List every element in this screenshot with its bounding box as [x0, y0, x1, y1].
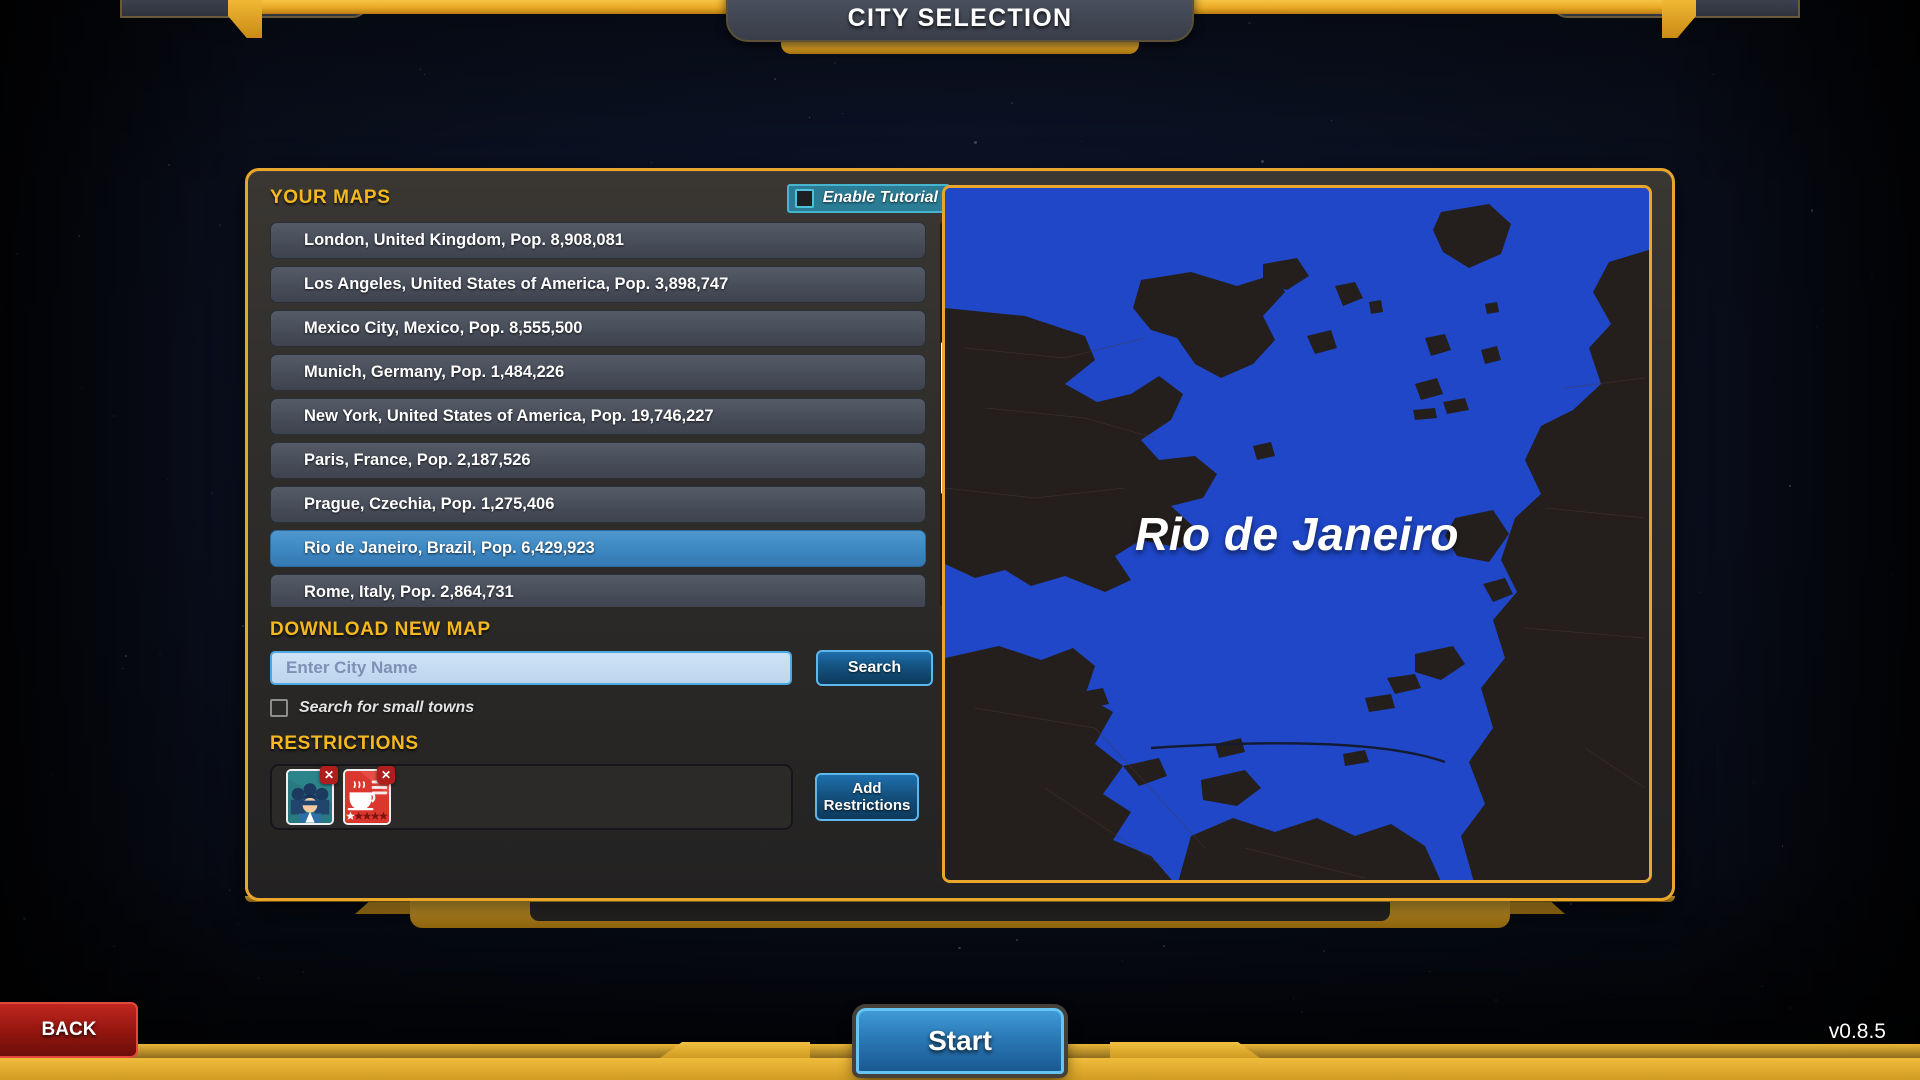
- map-list-item[interactable]: London, United Kingdom, Pop. 8,908,081: [270, 222, 926, 259]
- map-list-item[interactable]: Rome, Italy, Pop. 2,864,731: [270, 574, 926, 607]
- search-small-towns-toggle[interactable]: Search for small towns: [270, 699, 950, 717]
- cafe-restriction-card[interactable]: ✕: [343, 766, 395, 825]
- back-button[interactable]: BACK: [0, 1002, 138, 1058]
- version-label: v0.8.5: [1828, 1020, 1886, 1043]
- search-button[interactable]: Search: [816, 650, 933, 686]
- police-restriction-card[interactable]: ✕: [286, 766, 338, 825]
- map-list-item[interactable]: Mexico City, Mexico, Pop. 8,555,500: [270, 310, 926, 347]
- map-city-label: Rio de Janeiro: [1135, 508, 1459, 560]
- map-preview[interactable]: Rio de Janeiro: [942, 185, 1652, 883]
- download-new-map-title: DOWNLOAD NEW MAP: [270, 619, 491, 640]
- your-maps-title: YOUR MAPS: [270, 187, 391, 208]
- x-remove-icon[interactable]: ✕: [377, 766, 395, 784]
- start-button[interactable]: Start: [856, 1008, 1064, 1074]
- your-maps-header-row: YOUR MAPS Enable Tutorial: [270, 183, 950, 213]
- add-restrictions-label-line1: Add: [852, 779, 882, 797]
- checkbox-empty-icon[interactable]: [270, 699, 288, 717]
- main-panel: YOUR MAPS Enable Tutorial London, United…: [245, 168, 1675, 901]
- map-list: London, United Kingdom, Pop. 8,908,081 Lo…: [270, 222, 950, 607]
- add-restrictions-label-line2: Restrictions: [823, 797, 911, 814]
- checkbox-empty-icon[interactable]: [794, 188, 814, 208]
- page-title: CITY SELECTION: [847, 4, 1073, 32]
- map-list-item[interactable]: New York, United States of America, Pop.…: [270, 398, 926, 435]
- map-list-item[interactable]: Prague, Czechia, Pop. 1,275,406: [270, 486, 926, 523]
- panel-foot-ornament: [410, 898, 1510, 928]
- search-small-towns-label: Search for small towns: [299, 699, 475, 716]
- restrictions-row: ✕ ✕ Add Restrictions: [270, 764, 950, 830]
- map-list-item[interactable]: Munich, Germany, Pop. 1,484,226: [270, 354, 926, 391]
- restrictions-slot-container: ✕ ✕: [270, 764, 793, 830]
- city-selection-screen: CITY SELECTION YOUR MAPS Enable Tutorial…: [0, 0, 1920, 1080]
- title-underbar-ornament: [781, 40, 1139, 54]
- map-list-item[interactable]: Paris, France, Pop. 2,187,526: [270, 442, 926, 479]
- enable-tutorial-label: Enable Tutorial: [822, 189, 938, 206]
- bottom-notch-right: [1110, 1042, 1260, 1058]
- map-list-item[interactable]: Los Angeles, United States of America, P…: [270, 266, 926, 303]
- add-restrictions-button[interactable]: Add Restrictions: [815, 773, 919, 821]
- enable-tutorial-toggle[interactable]: Enable Tutorial: [786, 183, 950, 213]
- search-row: Search: [270, 650, 950, 686]
- restrictions-title: RESTRICTIONS: [270, 733, 419, 754]
- search-input[interactable]: [270, 651, 792, 685]
- left-column: YOUR MAPS Enable Tutorial London, United…: [270, 183, 950, 883]
- x-remove-icon[interactable]: ✕: [320, 766, 338, 784]
- window-title-plate: CITY SELECTION: [726, 0, 1194, 42]
- map-list-container: London, United Kingdom, Pop. 8,908,081 Lo…: [270, 222, 950, 607]
- bottom-notch-left: [660, 1042, 810, 1058]
- map-list-item[interactable]: Rio de Janeiro, Brazil, Pop. 6,429,923: [270, 530, 926, 567]
